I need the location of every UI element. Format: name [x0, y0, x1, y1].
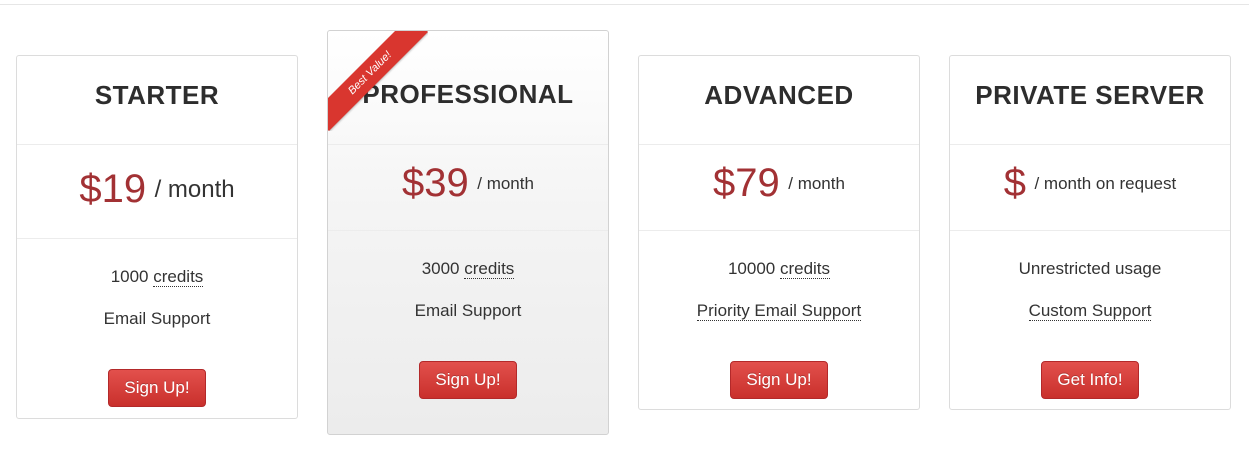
get-info-button[interactable]: Get Info! — [1041, 361, 1139, 399]
plan-header: PROFESSIONAL — [328, 31, 608, 145]
feature-usage: Unrestricted usage — [1018, 259, 1162, 278]
plan-header: ADVANCED — [639, 56, 919, 145]
plan-name: STARTER — [94, 80, 220, 110]
plan-price: $39 / month — [328, 145, 608, 231]
plan-card-private-server: PRIVATE SERVER $ / month on request Unre… — [949, 55, 1231, 410]
sign-up-button-starter[interactable]: Sign Up! — [108, 369, 206, 407]
plan-card-professional: Best Value! PROFESSIONAL $39 / month 300… — [327, 30, 609, 435]
feature-support: Priority Email Support — [639, 301, 919, 343]
credits-term: credits — [153, 267, 204, 287]
feature-credits: 10000 credits — [727, 259, 831, 279]
price-amount: $79 — [713, 161, 780, 205]
price-period: / month — [477, 173, 534, 193]
feature-support: Custom Support — [950, 301, 1230, 343]
plan-name: PROFESSIONAL — [362, 79, 574, 109]
sign-up-button-advanced[interactable]: Sign Up! — [730, 361, 828, 399]
price-amount: $19 — [79, 167, 147, 211]
plan-header: STARTER — [17, 56, 297, 145]
plan-card-advanced: ADVANCED $79 / month 10000 credits Prior… — [638, 55, 920, 410]
plan-price: $19 / month — [17, 145, 297, 239]
plan-features: Unrestricted usage Custom Support Get In… — [950, 231, 1230, 399]
plan-name: ADVANCED — [704, 80, 854, 110]
sign-up-button-professional[interactable]: Sign Up! — [419, 361, 517, 399]
plan-name: PRIVATE SERVER — [975, 80, 1205, 110]
credits-term: credits — [779, 259, 831, 279]
top-divider — [0, 4, 1249, 5]
feature-support: Email Support — [414, 301, 522, 320]
plan-price: $ / month on request — [950, 145, 1230, 231]
support-term: Custom Support — [1028, 301, 1152, 321]
support-term: Priority Email Support — [696, 301, 862, 321]
plan-price: $79 / month — [639, 145, 919, 231]
plan-features: 10000 credits Priority Email Support Sig… — [639, 231, 919, 399]
plan-features: 3000 credits Email Support Sign Up! — [328, 231, 608, 399]
feature-credits: 1000 credits — [110, 267, 204, 287]
feature-credits: 3000 credits — [421, 259, 515, 279]
credits-term: credits — [464, 259, 515, 279]
price-period: / month — [154, 175, 235, 203]
plan-features: 1000 credits Email Support Sign Up! — [17, 239, 297, 407]
plan-header: PRIVATE SERVER — [950, 56, 1230, 145]
price-amount: $39 — [402, 161, 469, 205]
price-period: / month — [788, 173, 845, 193]
feature-support: Email Support — [103, 309, 211, 328]
price-period: / month on request — [1034, 173, 1177, 193]
price-amount: $ — [1003, 161, 1027, 205]
plan-card-starter: STARTER $19 / month 1000 credits Email S… — [16, 55, 298, 419]
